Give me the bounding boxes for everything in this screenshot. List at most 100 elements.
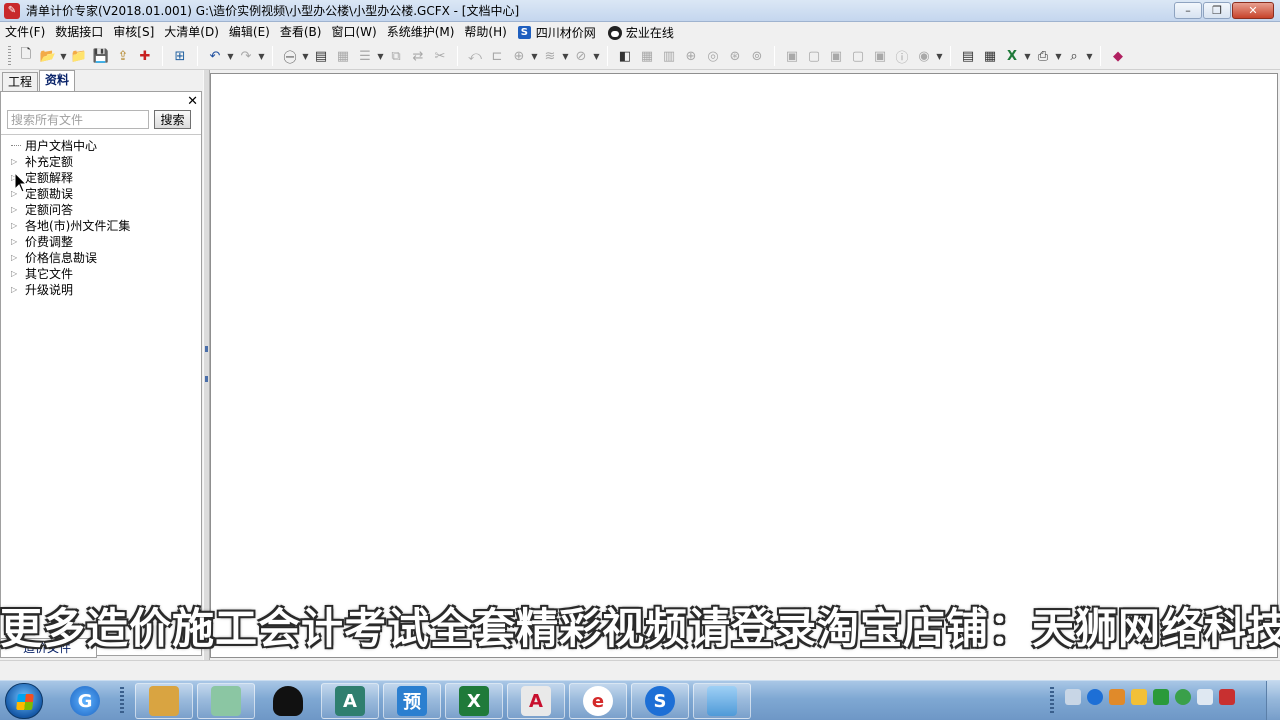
font-icon[interactable]: ㊀: [279, 45, 301, 67]
table-icon[interactable]: ▦: [636, 45, 658, 67]
menu-view[interactable]: 查看(B): [275, 22, 327, 43]
check-tray-icon[interactable]: [1175, 689, 1191, 705]
taskbar-app[interactable]: A: [321, 683, 379, 719]
keyboard-icon[interactable]: [1065, 689, 1081, 705]
taskbar-grip[interactable]: [120, 687, 124, 715]
expand-arrow-icon[interactable]: ▷: [11, 253, 25, 262]
hierarchy-icon[interactable]: ⊏: [486, 45, 508, 67]
chevron-down-icon[interactable]: ▼: [59, 52, 68, 61]
ding-icon[interactable]: ▣: [781, 45, 803, 67]
brush-icon[interactable]: ≋: [539, 45, 561, 67]
tray-grip[interactable]: [1050, 687, 1054, 715]
tab-project[interactable]: 工程: [2, 72, 39, 91]
info-icon[interactable]: ⓘ: [891, 45, 913, 67]
open-folder-icon[interactable]: 📂: [37, 45, 59, 67]
undo-alt-icon[interactable]: ⤺: [464, 45, 486, 67]
menu-help[interactable]: 帮助(H): [459, 22, 511, 43]
taskbar-app[interactable]: 预: [383, 683, 441, 719]
menu-hongye-online[interactable]: 宏业在线: [602, 24, 680, 41]
chevron-down-icon[interactable]: ▼: [592, 52, 601, 61]
mu-icon[interactable]: ▢: [803, 45, 825, 67]
chevron-down-icon[interactable]: ▼: [530, 52, 539, 61]
search-button[interactable]: 搜索: [154, 110, 191, 129]
jian-icon[interactable]: ⊚: [746, 45, 768, 67]
excel-icon[interactable]: X: [1001, 45, 1023, 67]
ke-icon[interactable]: ▢: [847, 45, 869, 67]
taskbar-app[interactable]: S: [631, 683, 689, 719]
print-preview-icon[interactable]: ⌕: [1063, 45, 1085, 67]
table-view-icon[interactable]: ◧: [614, 45, 636, 67]
flag-tray-icon[interactable]: [1153, 689, 1169, 705]
taskbar-app[interactable]: A: [507, 683, 565, 719]
menu-system-maintenance[interactable]: 系统维护(M): [382, 22, 460, 43]
expand-arrow-icon[interactable]: ▷: [11, 221, 25, 230]
move-icon[interactable]: ⇄: [407, 45, 429, 67]
menu-edit[interactable]: 编辑(E): [224, 22, 275, 43]
restore-button[interactable]: ❐: [1203, 2, 1231, 19]
quan-icon[interactable]: ▣: [869, 45, 891, 67]
chevron-down-icon[interactable]: ▼: [376, 52, 385, 61]
calculator-icon[interactable]: ⊞: [169, 45, 191, 67]
document-center-area[interactable]: [210, 73, 1278, 658]
close-icon[interactable]: ✕: [187, 94, 198, 109]
tree-item[interactable]: ▷ 价格信息勘误: [11, 249, 130, 265]
search-input[interactable]: [7, 110, 149, 129]
copy-icon[interactable]: ⧉: [385, 45, 407, 67]
network-icon[interactable]: [1219, 689, 1235, 705]
taskbar-app[interactable]: X: [445, 683, 503, 719]
wei-icon[interactable]: ◎: [702, 45, 724, 67]
taskbar-sogou-browser[interactable]: G: [56, 683, 114, 719]
tree-item[interactable]: ▷ 各地(市)州文件汇集: [11, 217, 130, 233]
ding2-icon[interactable]: ▣: [825, 45, 847, 67]
sogou-tray-icon[interactable]: [1087, 689, 1103, 705]
redo-icon[interactable]: ↷: [235, 45, 257, 67]
expand-arrow-icon[interactable]: ▷: [11, 205, 25, 214]
toolbar-grip[interactable]: [8, 46, 11, 66]
menu-sichuan-material-price[interactable]: S 四川材价网: [512, 24, 602, 41]
tab-materials[interactable]: 资料: [39, 70, 76, 91]
chevron-down-icon[interactable]: ▼: [1085, 52, 1094, 61]
chevron-down-icon[interactable]: ▼: [1054, 52, 1063, 61]
taskbar-app[interactable]: [259, 683, 317, 719]
zhong-icon[interactable]: ⊕: [680, 45, 702, 67]
chevron-down-icon[interactable]: ▼: [1023, 52, 1032, 61]
report-icon[interactable]: ▤: [957, 45, 979, 67]
expand-arrow-icon[interactable]: ▷: [11, 237, 25, 246]
tree-item[interactable]: ▷ 定额问答: [11, 201, 130, 217]
panel-splitter[interactable]: [203, 70, 210, 660]
expand-arrow-icon[interactable]: ▷: [11, 157, 25, 166]
tree-item[interactable]: ▷ 定额勘误: [11, 185, 130, 201]
minimize-button[interactable]: –: [1174, 2, 1202, 19]
cut-icon[interactable]: ✂: [429, 45, 451, 67]
taskbar-app[interactable]: [693, 683, 751, 719]
export-icon[interactable]: ⇪: [112, 45, 134, 67]
menu-data-interface[interactable]: 数据接口: [50, 22, 108, 43]
grid-icon[interactable]: ▦: [332, 45, 354, 67]
new-file-icon[interactable]: 🗋: [15, 45, 37, 67]
show-desktop-button[interactable]: [1266, 681, 1280, 720]
taskbar-app[interactable]: [197, 683, 255, 719]
menu-window[interactable]: 窗口(W): [326, 22, 381, 43]
tree-item[interactable]: 用户文档中心: [11, 137, 130, 153]
tree-item[interactable]: ▷ 补充定额: [11, 153, 130, 169]
chevron-down-icon[interactable]: ▼: [257, 52, 266, 61]
volume-icon[interactable]: [1197, 689, 1213, 705]
book-icon[interactable]: ◆: [1107, 45, 1129, 67]
add-red-icon[interactable]: ✚: [134, 45, 156, 67]
tree-item[interactable]: ▷ 价费调整: [11, 233, 130, 249]
align-icon[interactable]: ☰: [354, 45, 376, 67]
eye-icon[interactable]: ◉: [913, 45, 935, 67]
expand-arrow-icon[interactable]: ▷: [11, 269, 25, 278]
tree-item[interactable]: ▷ 其它文件: [11, 265, 130, 281]
menu-file[interactable]: 文件(F): [0, 22, 50, 43]
start-button[interactable]: [5, 683, 43, 719]
taskbar-app[interactable]: [135, 683, 193, 719]
chevron-down-icon[interactable]: ▼: [301, 52, 310, 61]
chevron-down-icon[interactable]: ▼: [935, 52, 944, 61]
tree-item[interactable]: ▷ 升级说明: [11, 281, 130, 297]
chevron-down-icon[interactable]: ▼: [226, 52, 235, 61]
undo-icon[interactable]: ↶: [204, 45, 226, 67]
menu-audit[interactable]: 审核[S]: [108, 22, 159, 43]
close-button[interactable]: ✕: [1232, 2, 1274, 19]
paint-icon[interactable]: ⊘: [570, 45, 592, 67]
